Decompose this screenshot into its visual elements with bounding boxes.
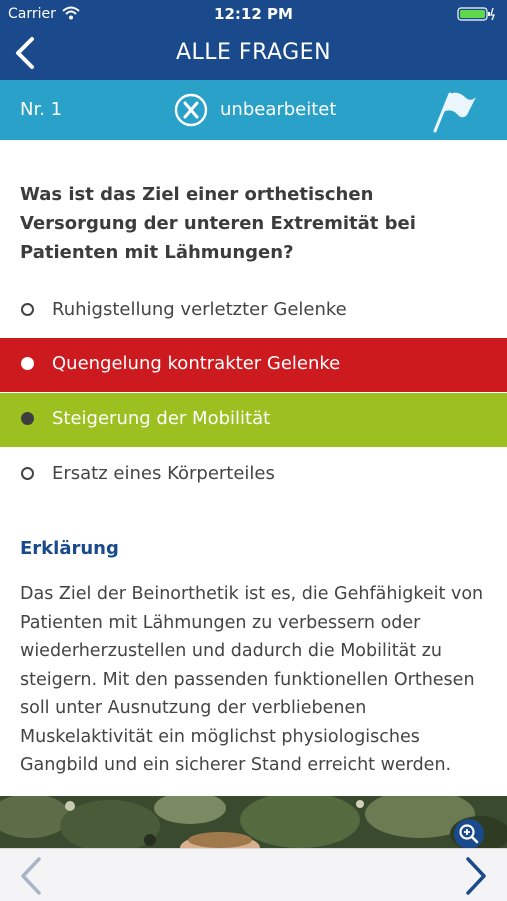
answer-option[interactable]: Ersatz eines Körperteiles [0,448,507,502]
radio-icon [21,467,34,480]
answer-label: Ruhigstellung verletzter Gelenke [52,299,347,320]
x-circle-icon [174,93,208,131]
page-title: ALLE FRAGEN [175,40,332,65]
radio-icon [21,303,34,316]
question-status-label: unbearbeitet [220,99,337,120]
next-question-button[interactable] [460,856,492,900]
explanation-image[interactable] [0,796,507,848]
radio-selected-icon [21,357,34,370]
answer-label: Ersatz eines Körperteiles [52,463,275,484]
navigation-bar: ALLE FRAGEN [0,28,507,80]
bottom-navigation [0,848,507,901]
question-status-bar: Nr. 1 unbearbeitet [0,80,507,140]
explanation-text: Das Ziel der Beinorthetik ist es, die Ge… [20,584,484,775]
answer-label: Quengelung kontrakter Gelenke [52,353,341,374]
clock: 12:12 PM [214,5,293,23]
answer-label: Steigerung der Mobilität [52,408,271,429]
answer-option-wrong[interactable]: Quengelung kontrakter Gelenke [0,338,507,392]
previous-question-button[interactable] [15,856,47,900]
battery-icon [457,7,497,25]
question-number: Nr. 1 [20,99,63,120]
explanation-heading: Erklärung [20,538,119,559]
answer-option-correct[interactable]: Steigerung der Mobilität [0,393,507,447]
status-bar: Carrier 12:12 PM [0,0,507,28]
question-text: Was ist das Ziel einer orthetischen Vers… [20,184,416,263]
flag-icon[interactable] [428,88,480,138]
answer-option[interactable]: Ruhigstellung verletzter Gelenke [0,284,507,338]
radio-filled-icon [21,412,34,425]
